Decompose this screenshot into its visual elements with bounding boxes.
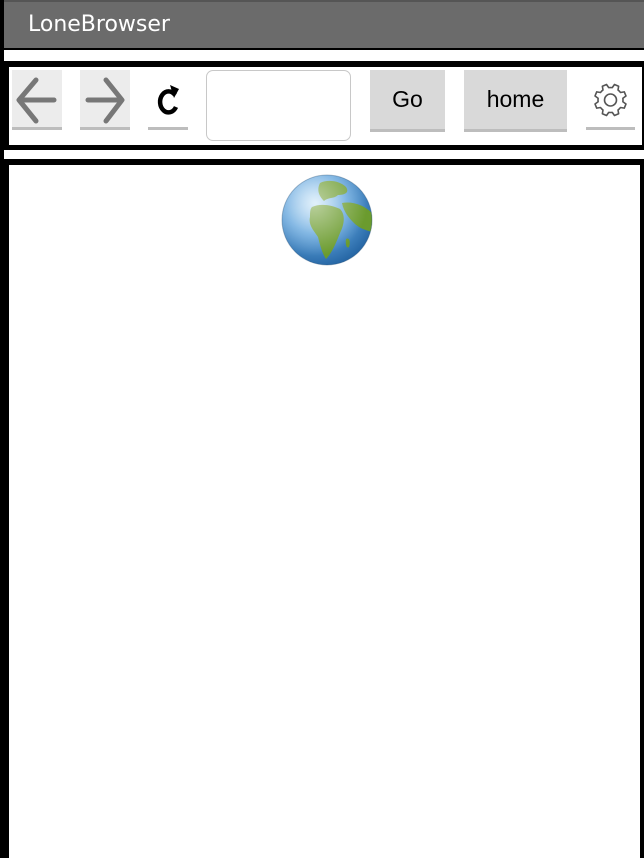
- back-button[interactable]: [12, 70, 62, 130]
- title-divider: [4, 50, 644, 61]
- gear-icon: [594, 83, 627, 117]
- url-input[interactable]: [206, 70, 351, 141]
- settings-button[interactable]: [586, 70, 635, 130]
- toolbar: Go home: [9, 67, 642, 145]
- title-bar: LoneBrowser: [4, 0, 644, 48]
- app-title: LoneBrowser: [28, 12, 170, 37]
- globe-icon: [281, 174, 373, 266]
- gear-hole: [603, 93, 618, 107]
- arrow-left-icon: [16, 77, 57, 124]
- web-content[interactable]: [9, 165, 640, 858]
- reload-button[interactable]: [148, 70, 188, 130]
- arrow-right-icon: [85, 77, 125, 124]
- forward-button[interactable]: [80, 70, 130, 130]
- home-button[interactable]: home: [464, 70, 567, 132]
- gear-outline: [594, 83, 627, 117]
- reload-icon: [157, 85, 179, 115]
- toolbar-divider: [4, 150, 644, 159]
- go-button[interactable]: Go: [370, 70, 445, 132]
